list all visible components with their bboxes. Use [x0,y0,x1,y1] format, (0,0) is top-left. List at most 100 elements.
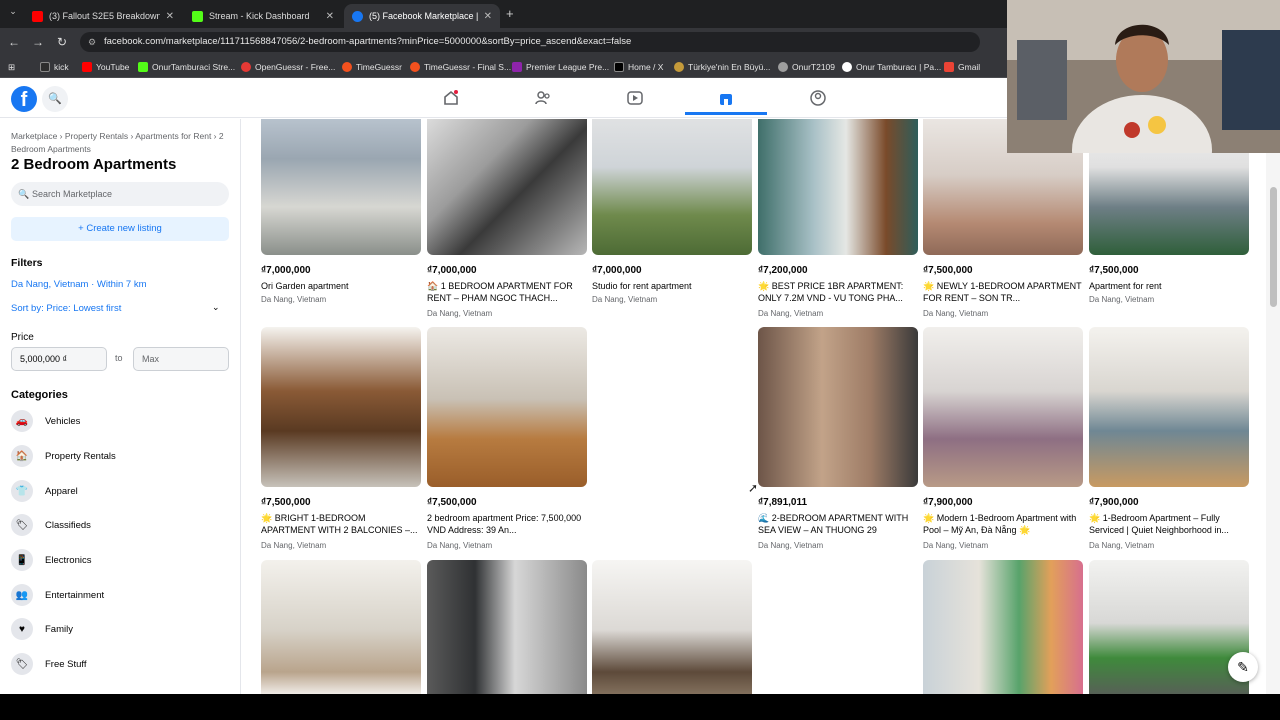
category-free-stuff[interactable]: 🏷 Free Stuff [11,652,87,676]
category-label: Family [45,623,73,635]
listing-price: ₫7,500,000 [427,497,477,508]
category-label: Free Stuff [45,658,87,670]
friends-icon[interactable] [513,85,573,111]
scrollbar-thumb[interactable] [1270,187,1277,307]
location-filter[interactable]: Da Nang, Vietnam · Within 7 km [11,279,147,290]
timeguessr-icon [410,62,420,72]
tab-facebook[interactable]: (5) Facebook Marketplace | Fac ✕ [344,4,500,28]
facebook-favicon-icon [352,10,363,22]
listing-title: 🌟 BRIGHT 1-BEDROOM APARTMENT WITH 2 BALC… [261,513,418,535]
tab-fallout[interactable]: (3) Fallout S2E5 Breakdown of T ✕ [24,4,182,28]
sort-dropdown[interactable]: Sort by: Price: Lowest first [11,303,121,314]
listing-photo [758,327,918,487]
breadcrumb[interactable]: Marketplace › Property Rentals › Apartme… [11,130,236,156]
video-icon[interactable] [605,85,665,111]
bookmark-gmail[interactable]: Gmail [944,60,980,74]
listing-photo [1089,560,1249,694]
profile-icon[interactable] [788,85,848,111]
site-icon [842,62,852,72]
new-tab-button[interactable]: + [506,6,514,21]
listing-photo [261,560,421,694]
premier-league-icon [512,62,522,72]
categories-heading: Categories [11,389,68,401]
bookmark-youtube[interactable]: YouTube [82,60,129,74]
site-info-icon[interactable]: ⚙ [88,32,96,52]
listing-title: Apartment for rent [1089,281,1162,291]
category-family[interactable]: ♥ Family [11,617,73,641]
browser-window: ⌄ (3) Fallout S2E5 Breakdown of T ✕ Stre… [0,0,1280,694]
listing-photo [1089,327,1249,487]
category-classifieds[interactable]: 🏷 Classifieds [11,513,91,537]
streamer-video [1007,0,1280,153]
back-arrow-icon[interactable]: ← [6,34,22,50]
category-property-rentals[interactable]: 🏠 Property Rentals [11,444,116,468]
listing-location: Da Nang, Vietnam [427,309,493,318]
listing-price: ₫7,900,000 [1089,497,1139,508]
bookmark-label: YouTube [96,62,130,72]
facebook-logo[interactable]: f [11,86,37,112]
close-tab-icon[interactable]: ✕ [326,11,334,22]
listing-title: 🏠 1 BEDROOM APARTMENT FOR RENT – PHAM NG… [427,281,573,303]
bookmark-label: Türkiye'nin En Büyü... [688,62,771,72]
listing-title: 🌊 2-BEDROOM APARTMENT WITH SEA VIEW – AN… [758,513,909,535]
car-icon: 🚗 [11,410,33,432]
site-icon [674,62,684,72]
listing-title: 🌟 NEWLY 1-BEDROOM APARTMENT FOR RENT – S… [923,281,1082,303]
listing-price: ₫7,900,000 [923,497,973,508]
search-input[interactable]: 🔍 Search Marketplace [11,182,229,206]
listing-location: Da Nang, Vietnam [758,309,824,318]
bookmark-label: TimeGuessr - Final S... [424,62,512,72]
listing-location: Da Nang, Vietnam [758,541,824,550]
forward-arrow-icon[interactable]: → [30,34,46,50]
bookmark-premier-league[interactable]: Premier League Pre... [512,60,609,74]
search-icon[interactable]: 🔍 [42,86,68,112]
listing-price: ₫7,891,011 [758,497,808,508]
url-field[interactable]: ⚙ facebook.com/marketplace/1117115688470… [80,32,980,52]
reload-icon[interactable]: ↻ [54,34,70,50]
chevron-down-icon[interactable]: ⌄ [212,302,220,313]
apps-grid-icon[interactable]: ⊞ [8,60,15,74]
bookmark-turkiye[interactable]: Türkiye'nin En Büyü... [674,60,770,74]
close-tab-icon[interactable]: ✕ [166,11,174,22]
home-icon[interactable] [421,85,481,111]
bookmark-label: Gmail [958,62,981,72]
bookmark-timeguessr[interactable]: TimeGuessr [342,60,402,74]
category-apparel[interactable]: 👕 Apparel [11,479,78,503]
folder-icon [40,62,50,72]
listing-location: Da Nang, Vietnam [261,541,327,550]
tab-title: (3) Fallout S2E5 Breakdown of T [49,11,160,21]
bookmark-onur-tamburaci[interactable]: Onur Tamburacı | Pa... [842,60,941,74]
max-price-input[interactable]: Max [133,347,229,371]
tab-search-icon[interactable]: ⌄ [6,6,20,20]
bookmark-kick[interactable]: kick [40,60,69,74]
tab-title: Stream - Kick Dashboard [209,11,310,21]
bookmark-x[interactable]: Home / X [614,60,663,74]
listing-location: Da Nang, Vietnam [1089,295,1155,304]
category-label: Vehicles [45,415,81,427]
tab-kick[interactable]: Stream - Kick Dashboard ✕ [184,4,342,28]
marketplace-icon[interactable] [685,85,767,115]
bookmark-label: OnurTamburaci Stre... [152,62,236,72]
bookmark-kick-stream[interactable]: OnurTamburaci Stre... [138,60,235,74]
heart-icon: ♥ [11,618,33,640]
people-icon: 👥 [11,584,33,606]
listing-price: ₫7,000,000 [592,265,642,276]
category-electronics[interactable]: 📱 Electronics [11,548,91,572]
compose-message-icon[interactable]: ✎ [1228,652,1258,682]
house-icon: 🏠 [11,445,33,467]
gmail-icon [944,62,954,72]
avatar-icon [778,62,788,72]
bookmark-openguessr[interactable]: OpenGuessr - Free... [241,60,335,74]
category-vehicles[interactable]: 🚗 Vehicles [11,409,80,433]
phone-icon: 📱 [11,549,33,571]
bookmark-onurt2109[interactable]: OnurT2109 [778,60,835,74]
listing-price: ₫7,500,000 [261,497,311,508]
tab-title: (5) Facebook Marketplace | Fac [369,11,478,21]
listing-title: 🌟 Modern 1-Bedroom Apartment with Pool –… [923,513,1077,535]
create-listing-button[interactable]: + Create new listing [11,217,229,241]
category-entertainment[interactable]: 👥 Entertainment [11,583,104,607]
listings-grid: ₫7,000,000 Ori Garden apartment Da Nang,… [241,119,1266,694]
bookmark-timeguessr-final[interactable]: TimeGuessr - Final S... [410,60,511,74]
min-price-input[interactable]: 5,000,000 ₫ [11,347,107,371]
close-tab-icon[interactable]: ✕ [484,11,492,22]
